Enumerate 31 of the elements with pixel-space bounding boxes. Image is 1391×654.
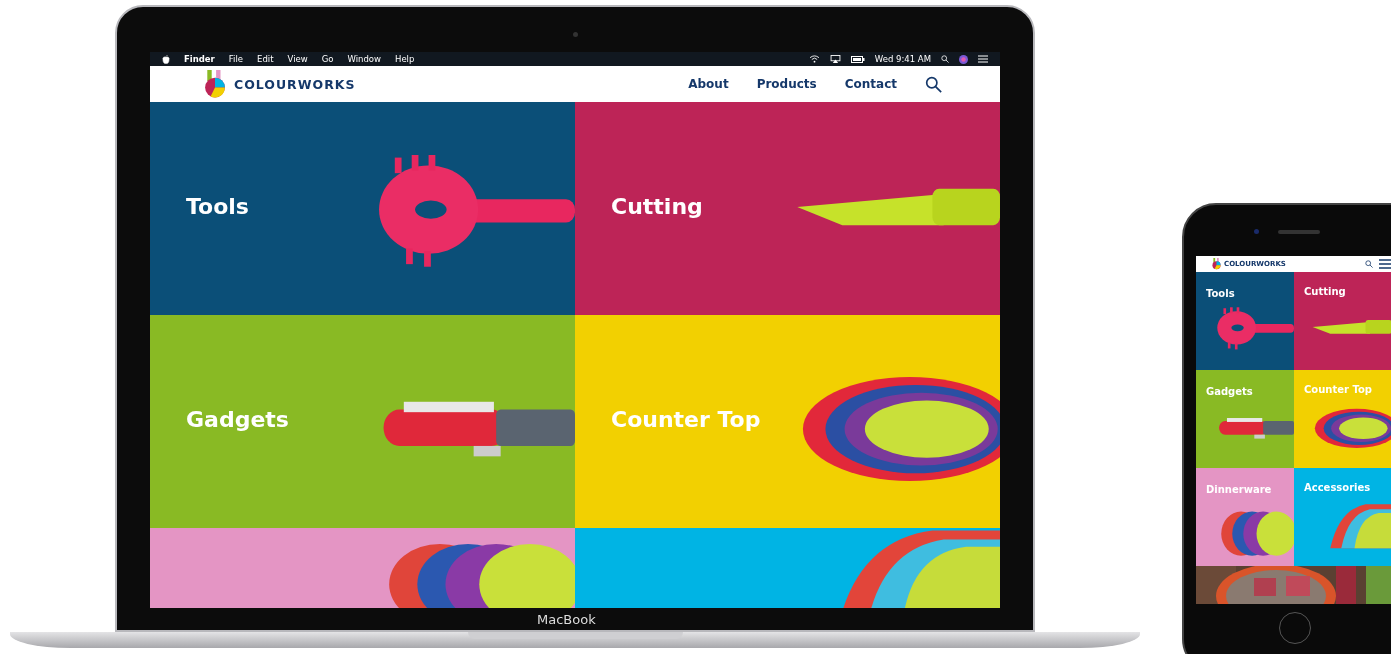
brand-name[interactable]: COLOURWORKS: [234, 76, 356, 92]
category-label: Gadgets: [1206, 386, 1253, 397]
menu-item[interactable]: Help: [395, 54, 415, 64]
display-icon[interactable]: [829, 55, 841, 63]
search-icon[interactable]: [1365, 260, 1373, 268]
apple-icon[interactable]: [162, 54, 170, 64]
siri-icon[interactable]: [959, 54, 968, 64]
model-label: MacBook: [537, 612, 596, 627]
search-icon[interactable]: [925, 75, 942, 93]
menu-icon[interactable]: [1379, 259, 1391, 269]
nav-link[interactable]: Products: [756, 77, 817, 91]
search-icon[interactable]: [941, 55, 949, 63]
menu-item[interactable]: Edit: [257, 54, 274, 64]
nav-link[interactable]: About: [688, 77, 729, 91]
menu-item[interactable]: Window: [347, 54, 381, 64]
category-label: Tools: [1206, 288, 1235, 299]
nav-link[interactable]: Contact: [844, 77, 897, 91]
battery-icon[interactable]: [850, 55, 865, 63]
wifi-icon[interactable]: [808, 55, 820, 63]
menu-item[interactable]: Go: [321, 54, 334, 64]
category-label: Cutting: [1304, 286, 1346, 297]
list-icon[interactable]: [978, 55, 988, 63]
menu-item[interactable]: View: [287, 54, 308, 64]
category-label: Tools: [186, 194, 249, 219]
category-label: Cutting: [611, 194, 703, 219]
menu-item[interactable]: Finder: [184, 54, 215, 64]
clock[interactable]: Wed 9:41 AM: [874, 54, 931, 64]
menu-item[interactable]: File: [228, 54, 244, 64]
logo-icon: [204, 69, 226, 99]
logo-icon: [1212, 258, 1221, 270]
category-label: Counter Top: [1304, 384, 1372, 395]
